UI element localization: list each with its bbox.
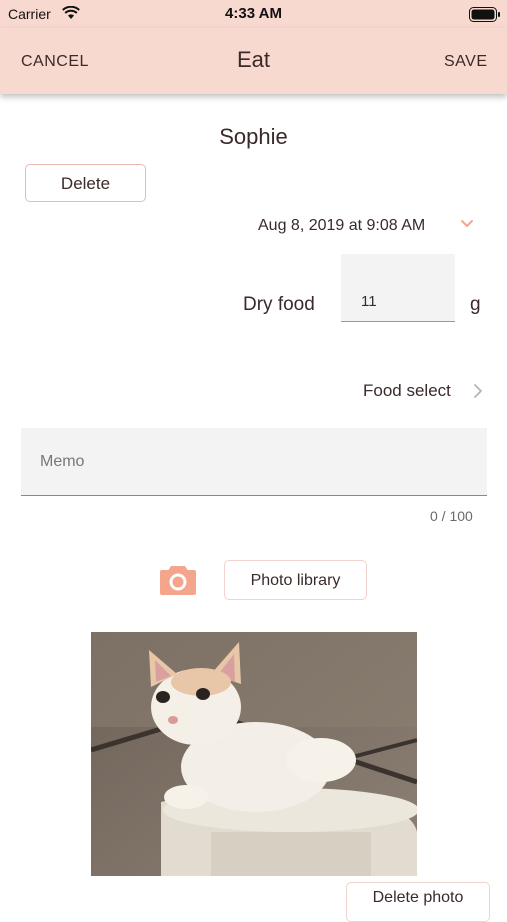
pet-name: Sophie (219, 124, 288, 149)
page-title: Eat (236, 47, 271, 72)
chevron-right-icon[interactable] (472, 382, 484, 405)
dry-food-unit: g (470, 294, 481, 315)
camera-icon[interactable] (159, 563, 197, 602)
dry-food-amount-value[interactable]: 11 (361, 293, 377, 310)
cat-photo (91, 632, 417, 876)
dry-food-amount-field[interactable] (341, 254, 455, 322)
delete-photo-button[interactable]: Delete photo (346, 882, 490, 922)
datetime-value[interactable]: Aug 8, 2019 at 9:08 AM (258, 217, 425, 235)
food-select-link[interactable]: Food select (363, 381, 451, 401)
memo-field[interactable] (21, 428, 487, 496)
memo-char-counter: 0 / 100 (430, 508, 473, 524)
delete-button[interactable]: Delete (25, 164, 146, 202)
chevron-down-icon[interactable] (459, 215, 475, 236)
dry-food-label: Dry food (243, 294, 315, 315)
photo-library-button[interactable]: Photo library (224, 560, 367, 600)
save-button[interactable]: SAVE (444, 53, 488, 71)
status-time: 4:33 AM (225, 5, 282, 22)
battery-icon (469, 7, 501, 27)
memo-placeholder[interactable]: Memo (40, 453, 84, 471)
